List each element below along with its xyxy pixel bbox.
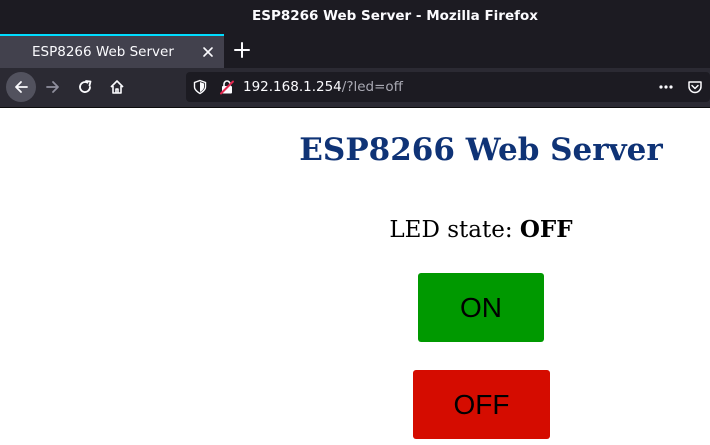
insecure-lock-icon[interactable] — [219, 79, 235, 95]
tab-label: ESP8266 Web Server — [32, 44, 174, 60]
home-icon — [110, 80, 124, 94]
plus-icon — [234, 42, 250, 58]
forward-icon — [46, 81, 59, 93]
back-icon — [15, 81, 28, 93]
tab-esp8266-web-server[interactable]: ESP8266 Web Server — [0, 34, 224, 68]
tab-strip: ESP8266 Web Server — [0, 32, 710, 68]
led-state-value: OFF — [519, 216, 573, 243]
pocket-icon[interactable] — [687, 79, 703, 95]
forward-button[interactable] — [38, 72, 68, 102]
page-heading: ESP8266 Web Server — [299, 132, 663, 168]
url-text[interactable]: 192.168.1.254/?led=off — [243, 72, 403, 102]
title-bar: ESP8266 Web Server - Mozilla Firefox — [0, 0, 710, 32]
browser-window: ESP8266 Web Server - Mozilla Firefox ESP… — [0, 0, 710, 445]
navigation-toolbar: 192.168.1.254/?led=off — [0, 68, 710, 108]
led-state-line: LED state: OFF — [252, 216, 710, 243]
url-bar[interactable]: 192.168.1.254/?led=off — [186, 72, 710, 102]
back-button[interactable] — [6, 72, 36, 102]
url-path: /?led=off — [341, 79, 403, 95]
led-off-button[interactable]: OFF — [413, 370, 550, 439]
close-tab-icon[interactable] — [200, 44, 216, 60]
led-state-label: LED state: — [389, 217, 520, 243]
reload-icon — [79, 80, 92, 93]
url-host: 192.168.1.254 — [243, 79, 342, 95]
home-button[interactable] — [102, 72, 132, 102]
page-actions-icon[interactable] — [658, 79, 674, 95]
led-on-button[interactable]: ON — [418, 273, 544, 342]
new-tab-button[interactable] — [230, 38, 254, 62]
window-title: ESP8266 Web Server - Mozilla Firefox — [252, 8, 538, 24]
tracking-shield-icon[interactable] — [192, 79, 208, 95]
reload-button[interactable] — [70, 72, 100, 102]
page-content: ESP8266 Web Server LED state: OFF ON OFF — [0, 108, 710, 445]
